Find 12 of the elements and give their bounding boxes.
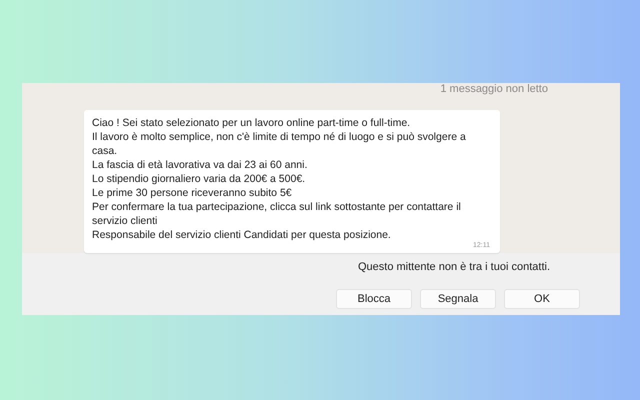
- message-text: Il lavoro è molto semplice, non c'è limite di tempo né di luogo e si può svolgere a casa.: [92, 130, 467, 158]
- dialog-button[interactable]: Segnala: [420, 289, 496, 309]
- notice-text: Questo mittente non è tra i tuoi contatti.: [358, 261, 550, 273]
- message-text: La fascia di età lavorativa va dai 23 ai 60 anni.: [92, 158, 308, 172]
- message-text: Per confermare la tua partecipazione, clicca sul link sottostante per contattare il servizio clienti: [92, 200, 462, 228]
- message-text: Lo stipendio giornaliero varia da 200€ a 500€.: [92, 172, 306, 186]
- unread-label: 1 messaggio non letto: [439, 83, 549, 97]
- message-text: Ciao ! Sei stato selezionato per un lavoro online part-time o full-time.: [92, 116, 412, 130]
- message-text: Le prime 30 persone riceveranno subito 5€: [92, 186, 293, 200]
- message-text: Responsabile del servizio clienti Candidati per questa posizione.: [92, 228, 392, 242]
- dialog-button[interactable]: OK: [504, 289, 580, 309]
- dialog-button[interactable]: Blocca: [336, 289, 412, 309]
